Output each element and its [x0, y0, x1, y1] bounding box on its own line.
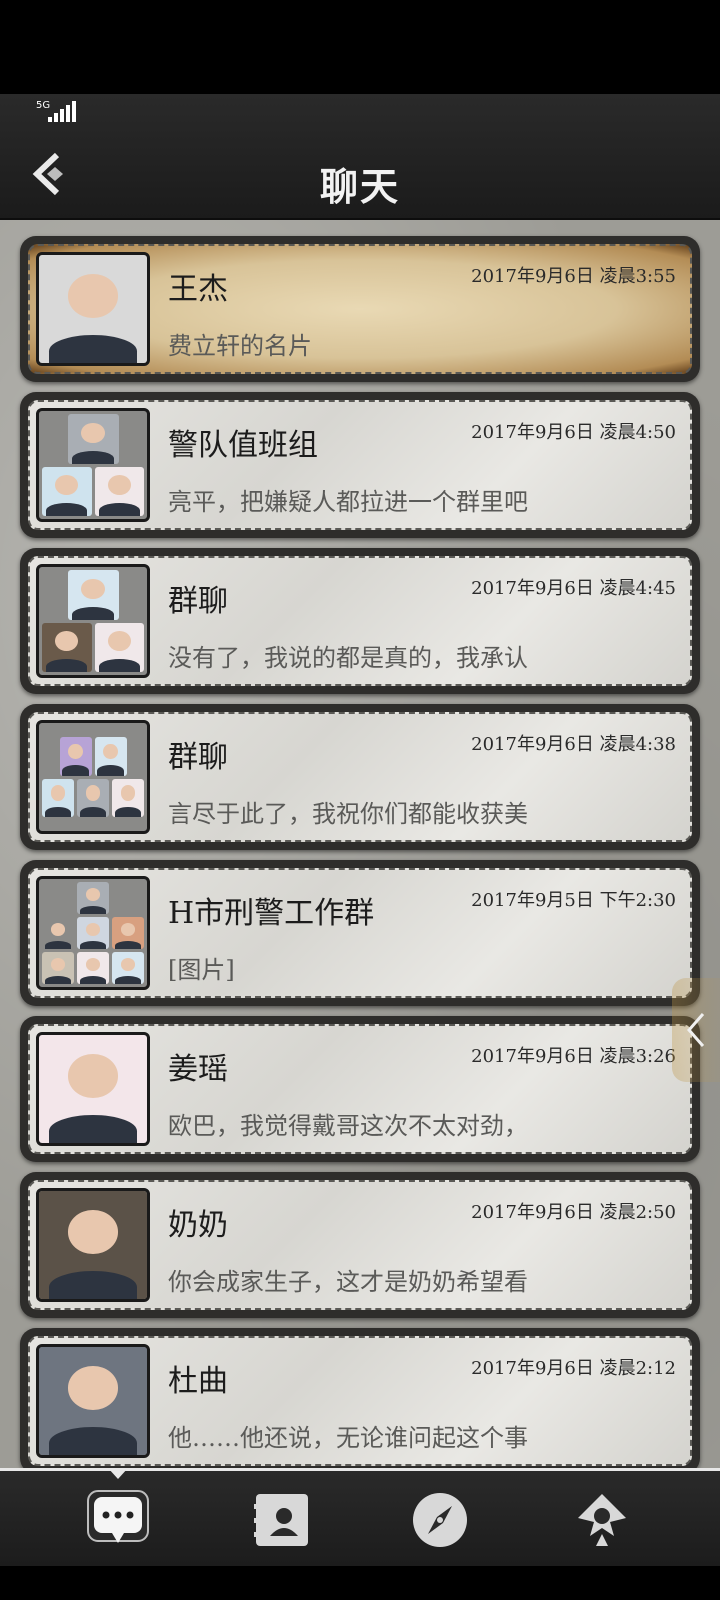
chat-time: 2017年9月5日 下午2:30	[471, 890, 676, 911]
chat-name: 王杰	[168, 272, 228, 307]
chat-name: H市刑警工作群	[168, 896, 375, 931]
chat-item[interactable]: 警队值班组 2017年9月6日 凌晨4:50 亮平，把嫌疑人都拉进一个群里吧	[20, 392, 700, 538]
group-avatar	[36, 564, 150, 678]
signal-strength-icon	[46, 100, 76, 122]
group-avatar	[36, 876, 150, 990]
chat-list[interactable]: 王杰 2017年9月6日 凌晨3:55 费立轩的名片 警队值班组 2017年9月…	[0, 220, 720, 1468]
chat-item[interactable]: 群聊 2017年9月6日 凌晨4:45 没有了，我说的都是真的，我承认	[20, 548, 700, 694]
chat-time: 2017年9月6日 凌晨3:55	[471, 266, 676, 287]
tab-profile[interactable]	[566, 1485, 638, 1555]
chat-name: 姜瑶	[168, 1052, 228, 1087]
chat-preview: [图片]	[168, 956, 235, 984]
chat-name: 杜曲	[168, 1364, 228, 1399]
chat-item[interactable]: 王杰 2017年9月6日 凌晨3:55 费立轩的名片	[20, 236, 700, 382]
chat-time: 2017年9月6日 凌晨4:50	[471, 422, 676, 443]
chat-item[interactable]: 杜曲 2017年9月6日 凌晨2:12 他……他还说，无论谁问起这个事	[20, 1328, 700, 1468]
avatar	[36, 1032, 150, 1146]
tab-contacts[interactable]	[246, 1485, 318, 1555]
chat-time: 2017年9月6日 凌晨4:38	[471, 734, 676, 755]
chat-preview: 欧巴，我觉得戴哥这次不太对劲，	[168, 1112, 528, 1140]
app-header: 5G 聊天	[0, 94, 720, 220]
group-avatar	[36, 720, 150, 834]
chat-item[interactable]: 姜瑶 2017年9月6日 凌晨3:26 欧巴，我觉得戴哥这次不太对劲，	[20, 1016, 700, 1162]
bottom-tab-bar	[0, 1468, 720, 1566]
page-title: 聊天	[319, 164, 400, 209]
avatar	[36, 252, 150, 366]
tab-discover[interactable]	[404, 1485, 476, 1555]
chat-preview: 费立轩的名片	[168, 332, 312, 360]
chat-bubble-icon	[87, 1490, 149, 1543]
group-avatar	[36, 408, 150, 522]
avatar	[36, 1188, 150, 1302]
tab-chat[interactable]	[82, 1485, 154, 1555]
bottom-black-bar	[0, 1566, 720, 1600]
chat-name: 群聊	[168, 584, 228, 619]
chat-time: 2017年9月6日 凌晨2:12	[471, 1358, 676, 1379]
chat-preview: 你会成家生子，这才是奶奶希望看	[168, 1268, 528, 1296]
side-drawer-handle[interactable]	[672, 978, 720, 1082]
chat-preview: 没有了，我说的都是真的，我承认	[168, 644, 528, 672]
compass-icon	[413, 1493, 467, 1547]
top-black-bar	[0, 0, 720, 94]
chat-time: 2017年9月6日 凌晨4:45	[471, 578, 676, 599]
avatar	[36, 1344, 150, 1458]
contacts-card-icon	[254, 1494, 308, 1546]
active-tab-indicator	[108, 1468, 128, 1479]
chat-name: 警队值班组	[168, 428, 318, 463]
spade-icon	[578, 1494, 626, 1546]
chat-item[interactable]: 群聊 2017年9月6日 凌晨4:38 言尽于此了，我祝你们都能收获美	[20, 704, 700, 850]
chat-item[interactable]: H市刑警工作群 2017年9月5日 下午2:30 [图片]	[20, 860, 700, 1006]
chat-time: 2017年9月6日 凌晨2:50	[471, 1202, 676, 1223]
chat-name: 奶奶	[168, 1208, 228, 1243]
chat-preview: 他……他还说，无论谁问起这个事	[168, 1424, 528, 1452]
chat-item[interactable]: 奶奶 2017年9月6日 凌晨2:50 你会成家生子，这才是奶奶希望看	[20, 1172, 700, 1318]
chat-time: 2017年9月6日 凌晨3:26	[471, 1046, 676, 1067]
chat-preview: 亮平，把嫌疑人都拉进一个群里吧	[168, 488, 528, 516]
chat-preview: 言尽于此了，我祝你们都能收获美	[168, 800, 528, 828]
chevron-left-icon	[687, 1013, 705, 1047]
chat-name: 群聊	[168, 740, 228, 775]
